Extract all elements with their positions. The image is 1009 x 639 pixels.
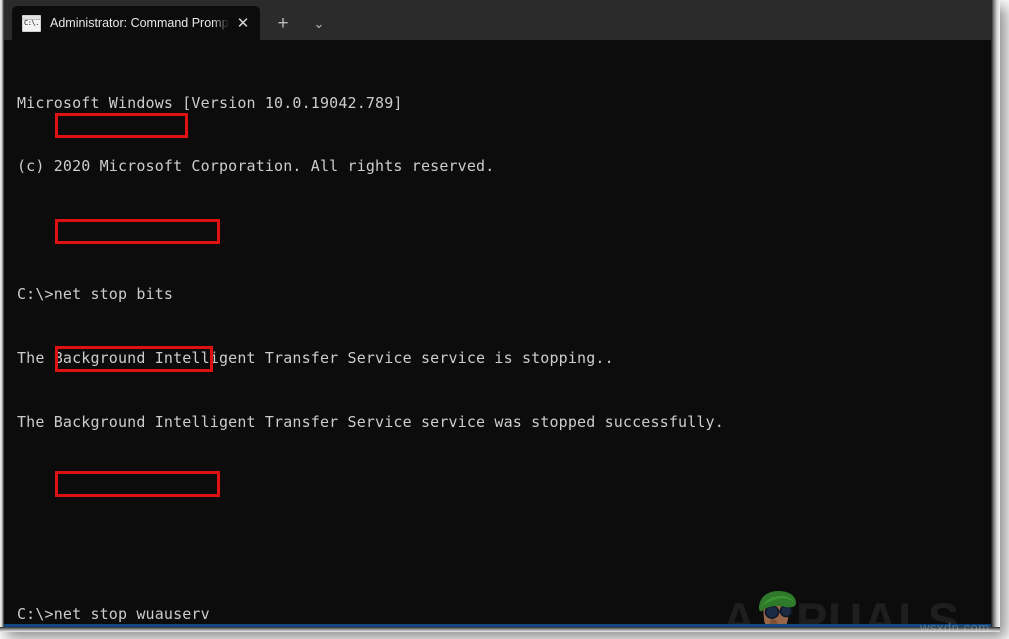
console-command-line: C:\>net stop bits: [17, 285, 174, 304]
tab-administrator-command-prompt[interactable]: C:\. Administrator: Command Promp ✕: [12, 6, 260, 40]
console-line: (c) 2020 Microsoft Corporation. All righ…: [17, 157, 495, 176]
command-prompt-window: C:\. Administrator: Command Promp ✕ + ⌄ …: [0, 0, 1000, 632]
screenshot-root: C:\. Administrator: Command Promp ✕ + ⌄ …: [0, 0, 1009, 639]
window-bottom-shadow: [0, 627, 1000, 632]
new-tab-icon[interactable]: +: [266, 6, 300, 40]
console-line: The Background Intelligent Transfer Serv…: [17, 413, 724, 432]
tab-strip: C:\. Administrator: Command Promp ✕ + ⌄: [4, 0, 991, 40]
console-command-line: C:\>net stop wuauserv: [17, 604, 210, 623]
appuals-mascot-icon: [753, 591, 799, 624]
window-left-border: [0, 0, 4, 632]
console-line: The Background Intelligent Transfer Serv…: [17, 349, 614, 368]
console-line: Microsoft Windows [Version 10.0.19042.78…: [17, 93, 403, 112]
site-watermark: wsxdn.com: [920, 620, 990, 635]
console-text-block: Microsoft Windows [Version 10.0.19042.78…: [17, 50, 724, 624]
tab-title: Administrator: Command Promp: [50, 16, 229, 30]
window-right-border: [991, 0, 1000, 632]
appuals-watermark: A PUALS: [722, 588, 991, 624]
cmd-console-icon: C:\.: [22, 14, 41, 32]
watermark-brand-prefix: A: [722, 592, 757, 625]
cmd-console-icon-label: C:\.: [24, 18, 39, 27]
chevron-down-icon[interactable]: ⌄: [302, 6, 336, 40]
console-output-area[interactable]: Microsoft Windows [Version 10.0.19042.78…: [4, 40, 991, 624]
close-icon[interactable]: ✕: [230, 10, 256, 36]
